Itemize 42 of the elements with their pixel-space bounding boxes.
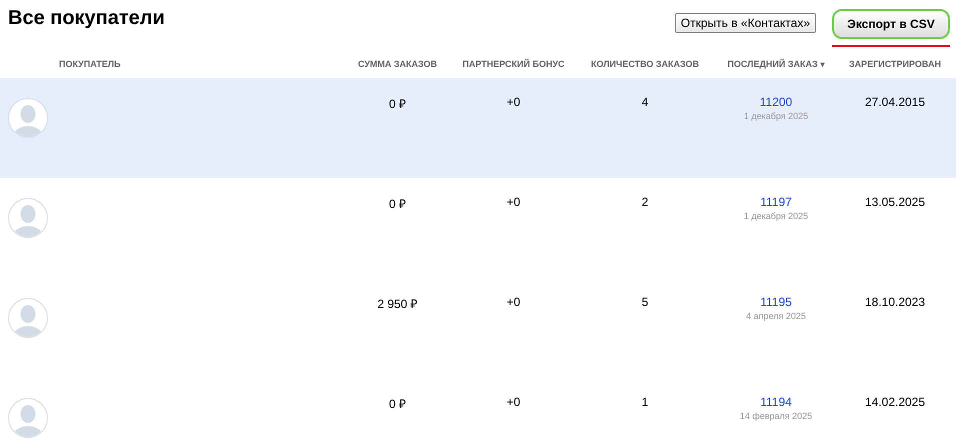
avatar-icon <box>8 298 48 338</box>
open-contacts-button[interactable]: Открыть в «Контактах» <box>674 13 816 33</box>
order-link[interactable]: 11195 <box>760 295 792 309</box>
order-date: 1 декабря 2025 <box>744 211 808 221</box>
column-header[interactable]: ПОКУПАТЕЛЬ <box>59 59 121 69</box>
table-cell: 2 950 ₽ <box>377 297 418 311</box>
order-date: 4 апреля 2025 <box>746 311 806 321</box>
column-header[interactable]: КОЛИЧЕСТВО ЗАКАЗОВ <box>590 59 700 69</box>
table-row[interactable]: 2 950 ₽ +0 5 11195 4 апреля 2025 18.10.2023 <box>0 278 956 378</box>
table-cell: 13.05.2025 <box>864 195 926 209</box>
order-date: 14 февраля 2025 <box>740 411 812 421</box>
column-header[interactable]: ПАРТНЕРСКИЙ БОНУС <box>462 59 565 69</box>
table-row[interactable]: 0 ₽ +0 2 11197 1 декабря 2025 13.05.2025 <box>0 178 956 278</box>
order-link[interactable]: 11200 <box>760 95 792 109</box>
table-cell: 0 ₽ <box>388 197 406 211</box>
table-cell: +0 <box>506 395 520 409</box>
table-cell: 0 ₽ <box>388 397 406 411</box>
column-header[interactable]: СУММА ЗАКАЗОВ <box>358 59 438 69</box>
table-cell: +0 <box>506 295 520 309</box>
table-row[interactable]: 0 ₽ +0 1 11194 14 февраля 2025 14.02.2025 <box>0 378 956 444</box>
table-cell: 2 <box>642 195 648 209</box>
avatar-icon <box>8 98 48 138</box>
table-cell: +0 <box>506 195 520 209</box>
table-cell: 14.02.2025 <box>864 395 926 409</box>
table-cell: 0 ₽ <box>388 97 406 111</box>
page-title: Все покупатели <box>8 6 166 30</box>
table-row[interactable]: 0 ₽ +0 4 11200 1 декабря 2025 27.04.2015 <box>0 78 956 178</box>
table-cell: +0 <box>506 95 520 109</box>
sort-arrow: ▾ <box>820 60 825 68</box>
table-cell: 4 <box>642 95 648 109</box>
table-cell: 27.04.2015 <box>864 95 926 109</box>
avatar-icon <box>8 398 48 438</box>
table-cell: 1 <box>642 395 648 409</box>
order-link[interactable]: 11194 <box>760 395 792 409</box>
column-header[interactable]: ЗАРЕГИСТРИРОВАН <box>849 59 941 69</box>
export-button[interactable]: Экспорт в CSV <box>832 9 950 39</box>
column-header[interactable]: ПОСЛЕДНИЙ ЗАКАЗ <box>727 59 818 69</box>
avatar-icon <box>8 198 48 238</box>
order-date: 1 декабря 2025 <box>744 111 808 121</box>
table-cell: 18.10.2023 <box>864 295 926 309</box>
order-link[interactable]: 11197 <box>760 195 792 209</box>
table-cell: 5 <box>642 295 648 309</box>
